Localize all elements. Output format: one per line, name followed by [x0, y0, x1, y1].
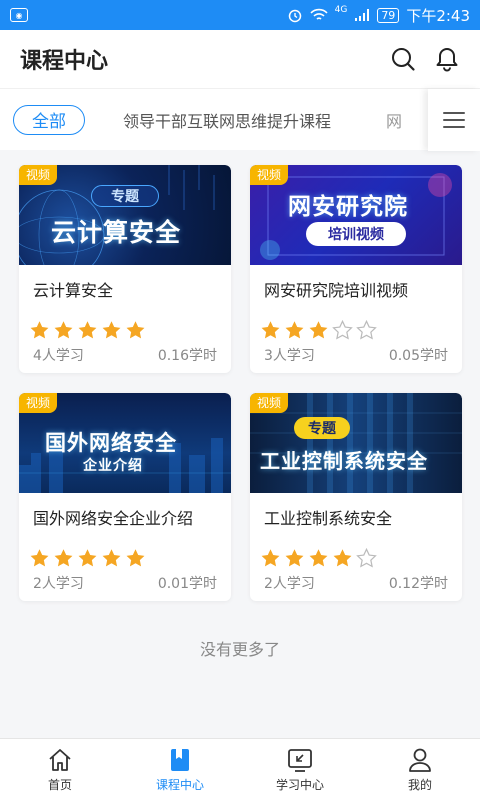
- course-card[interactable]: 视频 国外网络安全 企业介绍 国外网络安全企业介绍 2人学习 0.01学时: [19, 393, 231, 601]
- thumbnail-label: 培训视频: [306, 222, 406, 246]
- status-bar: ◉ 4G 79 下午2:43: [0, 0, 480, 30]
- rating-stars: [260, 547, 377, 568]
- status-icons: 4G 79 下午2:43: [287, 5, 470, 26]
- alarm-icon: [288, 9, 301, 23]
- star-filled-icon: [125, 320, 146, 340]
- star-filled-icon: [53, 320, 74, 340]
- home-icon: [49, 749, 71, 771]
- star-filled-icon: [332, 548, 353, 568]
- course-thumbnail: 视频 网安研究院 培训视频: [250, 165, 462, 265]
- tab-all[interactable]: 全部: [13, 104, 85, 135]
- book-icon: [171, 749, 189, 771]
- video-badge: 视频: [250, 165, 289, 185]
- star-filled-icon: [29, 548, 50, 568]
- course-hours: 0.12学时: [388, 576, 448, 592]
- star-filled-icon: [125, 548, 146, 568]
- star-filled-icon: [260, 548, 281, 568]
- thumbnail-title: 云计算安全: [51, 218, 182, 247]
- course-title: 网安研究院培训视频: [264, 281, 409, 300]
- star-filled-icon: [101, 548, 122, 568]
- thumbnail-title: 工业控制系统安全: [260, 449, 428, 473]
- rating-stars: [29, 320, 146, 340]
- course-thumbnail: 视频 国外网络安全 企业介绍: [19, 393, 231, 493]
- nav-course-center[interactable]: 课程中心: [120, 739, 240, 800]
- course-card[interactable]: 视频 网安研究院 培训视频 网安研究院培训视频 3人学习 0.05学时: [250, 165, 462, 373]
- nav-label: 课程中心: [155, 778, 204, 792]
- nav-mine[interactable]: 我的: [360, 739, 480, 800]
- category-tabs: 全部 领导干部互联网思维提升课程 网: [0, 88, 480, 151]
- rating-stars: [260, 319, 377, 340]
- thumbnail-label: 企业介绍: [83, 458, 143, 474]
- star-filled-icon: [101, 320, 122, 340]
- star-filled-icon: [77, 320, 98, 340]
- star-empty-icon: [356, 547, 377, 568]
- learning-icon: [288, 749, 312, 772]
- user-icon: [409, 748, 431, 772]
- course-hours: 0.16学时: [157, 348, 217, 364]
- course-hours: 0.01学时: [157, 576, 217, 592]
- clock: 下午2:43: [406, 6, 470, 25]
- course-title: 云计算安全: [33, 281, 114, 300]
- learner-count: 4人学习: [33, 348, 84, 364]
- star-filled-icon: [260, 320, 281, 340]
- tab-next[interactable]: 网: [386, 108, 406, 132]
- nav-learning-center[interactable]: 学习中心: [240, 739, 360, 800]
- page-title: 课程中心: [20, 49, 109, 74]
- learner-count: 2人学习: [264, 576, 315, 592]
- bottom-nav: 首页 课程中心 学习中心 我的: [0, 738, 480, 800]
- course-card[interactable]: 视频 专题 工业控制系统安全 工业控制系统安全 2人学习 0.12学时: [250, 393, 462, 601]
- star-filled-icon: [284, 548, 305, 568]
- menu-icon: [443, 112, 465, 128]
- app-notification-icon: ◉: [10, 8, 28, 22]
- learner-count: 3人学习: [264, 348, 315, 364]
- course-hours: 0.05学时: [388, 348, 448, 364]
- course-card[interactable]: 视频 专题 云计算安全 云计算安全 4人学习 0.16学时: [19, 165, 231, 373]
- battery-level: 79: [377, 7, 400, 23]
- rating-stars: [29, 548, 146, 568]
- tab-leadership-course[interactable]: 领导干部互联网思维提升课程: [123, 108, 331, 132]
- network-label: 4G: [334, 5, 348, 15]
- star-filled-icon: [284, 320, 305, 340]
- thumbnail-title: 国外网络安全: [45, 431, 177, 455]
- thumbnail-label: 专题: [294, 417, 350, 439]
- tab-menu-button[interactable]: [428, 89, 480, 151]
- nav-home[interactable]: 首页: [0, 739, 120, 800]
- video-badge: 视频: [19, 165, 58, 185]
- nav-label: 首页: [47, 778, 72, 792]
- star-filled-icon: [29, 320, 50, 340]
- star-empty-icon: [332, 319, 353, 340]
- learner-count: 2人学习: [33, 576, 84, 592]
- thumbnail-title: 网安研究院: [288, 194, 408, 220]
- video-badge: 视频: [250, 393, 289, 413]
- course-thumbnail: 视频 专题 云计算安全: [19, 165, 231, 265]
- star-filled-icon: [53, 548, 74, 568]
- page-header: 课程中心: [0, 30, 480, 88]
- star-filled-icon: [308, 320, 329, 340]
- wifi-icon: [310, 8, 328, 20]
- course-thumbnail: 视频 专题 工业控制系统安全: [250, 393, 462, 493]
- course-title: 国外网络安全企业介绍: [33, 509, 194, 528]
- star-filled-icon: [308, 548, 329, 568]
- no-more-text: 没有更多了: [199, 640, 280, 659]
- star-empty-icon: [356, 319, 377, 340]
- search-icon[interactable]: [390, 46, 416, 72]
- nav-label: 学习中心: [275, 778, 324, 792]
- video-badge: 视频: [19, 393, 58, 413]
- nav-label: 我的: [407, 778, 432, 792]
- signal-icon: [355, 9, 370, 21]
- thumbnail-label: 专题: [91, 185, 159, 207]
- bell-icon[interactable]: [434, 46, 460, 72]
- star-filled-icon: [77, 548, 98, 568]
- course-title: 工业控制系统安全: [264, 509, 393, 528]
